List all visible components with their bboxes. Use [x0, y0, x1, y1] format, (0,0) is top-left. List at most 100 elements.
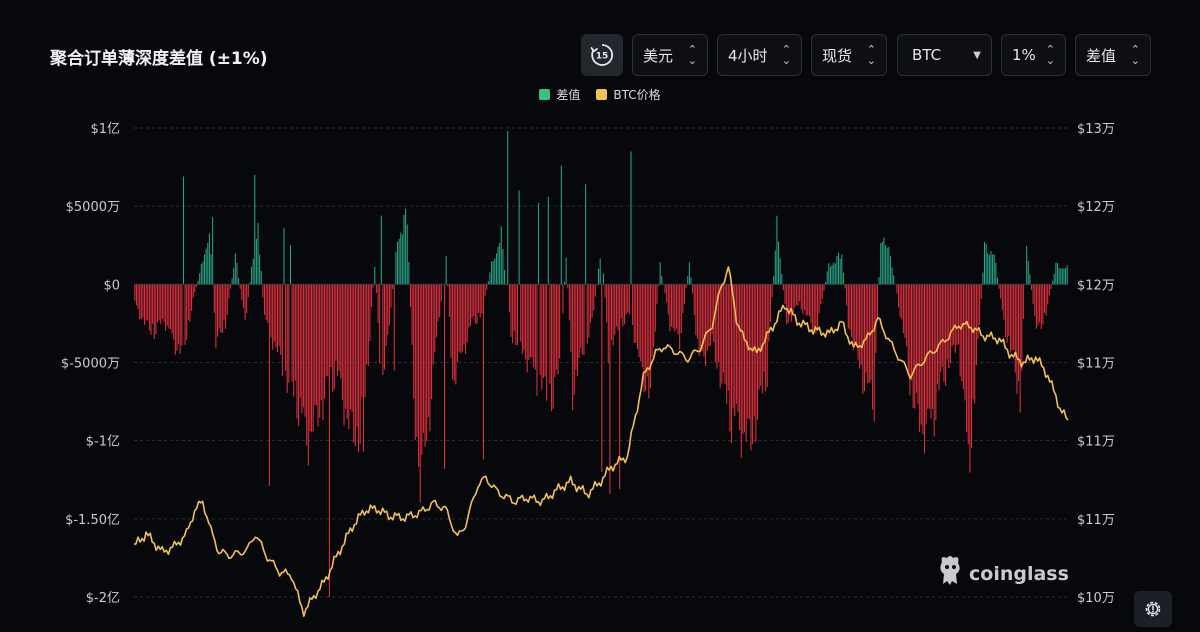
interval-toggle-button[interactable]: 15 — [581, 34, 623, 76]
diff-bar — [1035, 284, 1037, 329]
diff-bar — [445, 255, 447, 285]
timeframe-select[interactable]: 4小时 ⌃ ⌄ — [717, 34, 802, 76]
diff-bar — [1026, 245, 1028, 285]
diff-bar — [674, 284, 676, 332]
diff-bar — [1061, 267, 1063, 285]
diff-bar — [153, 284, 155, 340]
diff-bar — [1011, 284, 1013, 351]
left-tick-label: $-2亿 — [86, 591, 120, 606]
diff-bar — [659, 262, 661, 285]
diff-bar — [690, 277, 692, 285]
diff-bar — [880, 243, 882, 285]
diff-bar — [239, 284, 241, 290]
diff-bar — [283, 228, 285, 285]
diff-bar — [1042, 284, 1044, 325]
diff-bar — [1037, 284, 1039, 326]
diff-bar — [353, 284, 355, 443]
diff-bar — [1009, 284, 1011, 353]
diff-bar — [718, 284, 720, 363]
diff-bar — [876, 284, 878, 320]
diff-bar — [499, 242, 501, 285]
diff-bar — [779, 258, 781, 285]
diff-bar — [706, 284, 708, 351]
diff-bar — [270, 284, 272, 338]
settings-button[interactable] — [1134, 591, 1172, 627]
diff-bar — [208, 233, 210, 285]
diff-bar — [1005, 284, 1007, 338]
diff-bar — [492, 261, 494, 285]
metric-select[interactable]: 差值 ⌃ ⌄ — [1075, 34, 1151, 76]
diff-bar — [893, 275, 895, 285]
diff-bar — [912, 284, 914, 408]
right-tick-label: $10万 — [1077, 591, 1115, 606]
diff-bar — [573, 284, 575, 396]
diff-bar — [693, 284, 695, 316]
metric-select-label: 差值 — [1086, 46, 1117, 65]
diff-bar — [555, 284, 557, 370]
diff-bar — [1055, 262, 1057, 285]
diff-bar — [160, 284, 162, 325]
diff-bar — [307, 284, 309, 466]
diff-bar — [787, 284, 789, 323]
diff-bar — [638, 284, 640, 358]
diff-bar — [294, 284, 296, 381]
legend-item-price[interactable]: BTC价格 — [596, 86, 661, 103]
diff-bar — [878, 277, 880, 285]
diff-bar — [199, 273, 201, 285]
diff-bar — [958, 284, 960, 345]
diff-bar — [273, 284, 275, 342]
market-select[interactable]: 现货 ⌃ ⌄ — [811, 34, 887, 76]
diff-bar — [191, 284, 193, 312]
diff-bar — [794, 284, 796, 308]
diff-bar — [815, 284, 817, 334]
coin-select[interactable]: BTC ▼ — [897, 34, 992, 76]
diff-bar — [625, 284, 627, 315]
diff-bar — [967, 284, 969, 445]
diff-bar — [836, 255, 838, 285]
diff-bar — [860, 284, 862, 366]
diff-bar — [328, 284, 330, 597]
diff-bar — [589, 284, 591, 323]
diff-bar — [552, 284, 554, 409]
legend-label-price: BTC价格 — [613, 88, 661, 102]
diff-bar — [940, 284, 942, 372]
diff-bar — [844, 284, 846, 289]
diff-bar — [851, 284, 853, 338]
diff-bar — [859, 284, 861, 369]
diff-bar — [309, 284, 311, 432]
diff-bar — [398, 238, 400, 285]
diff-bar — [797, 284, 799, 306]
diff-bar — [911, 284, 913, 381]
diff-bar — [521, 284, 523, 355]
diff-bar — [808, 284, 810, 317]
diff-bar — [267, 284, 269, 323]
diff-bar — [669, 284, 671, 332]
diff-bar — [742, 284, 744, 434]
diff-bar — [572, 284, 574, 411]
diff-bar — [758, 284, 760, 390]
diff-bar — [458, 284, 460, 352]
diff-bar — [901, 284, 903, 320]
diff-bar — [254, 174, 256, 285]
range-select[interactable]: 1% ⌃ ⌄ — [1001, 34, 1066, 76]
diff-bar — [872, 284, 874, 410]
diff-bar — [1000, 284, 1002, 299]
diff-bar — [456, 284, 459, 363]
diff-bar — [152, 284, 154, 325]
diff-bar — [823, 284, 825, 291]
diff-bar — [367, 284, 369, 366]
chevron-up-down-icon: ⌃ ⌄ — [1130, 43, 1140, 67]
diff-bar — [531, 284, 533, 358]
diff-bar — [520, 284, 522, 342]
replay-15-icon: 15 — [590, 44, 614, 66]
chevron-up-down-icon: ⌃ ⌄ — [687, 43, 697, 67]
diff-bar — [666, 284, 668, 303]
diff-bar — [478, 284, 480, 313]
legend-item-diff[interactable]: 差值 — [539, 86, 580, 103]
diff-bar — [437, 284, 439, 322]
diff-bar — [140, 284, 142, 320]
currency-select[interactable]: 美元 ⌃ ⌄ — [632, 34, 708, 76]
diff-bar — [439, 284, 441, 317]
diff-bar — [212, 217, 214, 285]
diff-bar — [238, 277, 240, 285]
